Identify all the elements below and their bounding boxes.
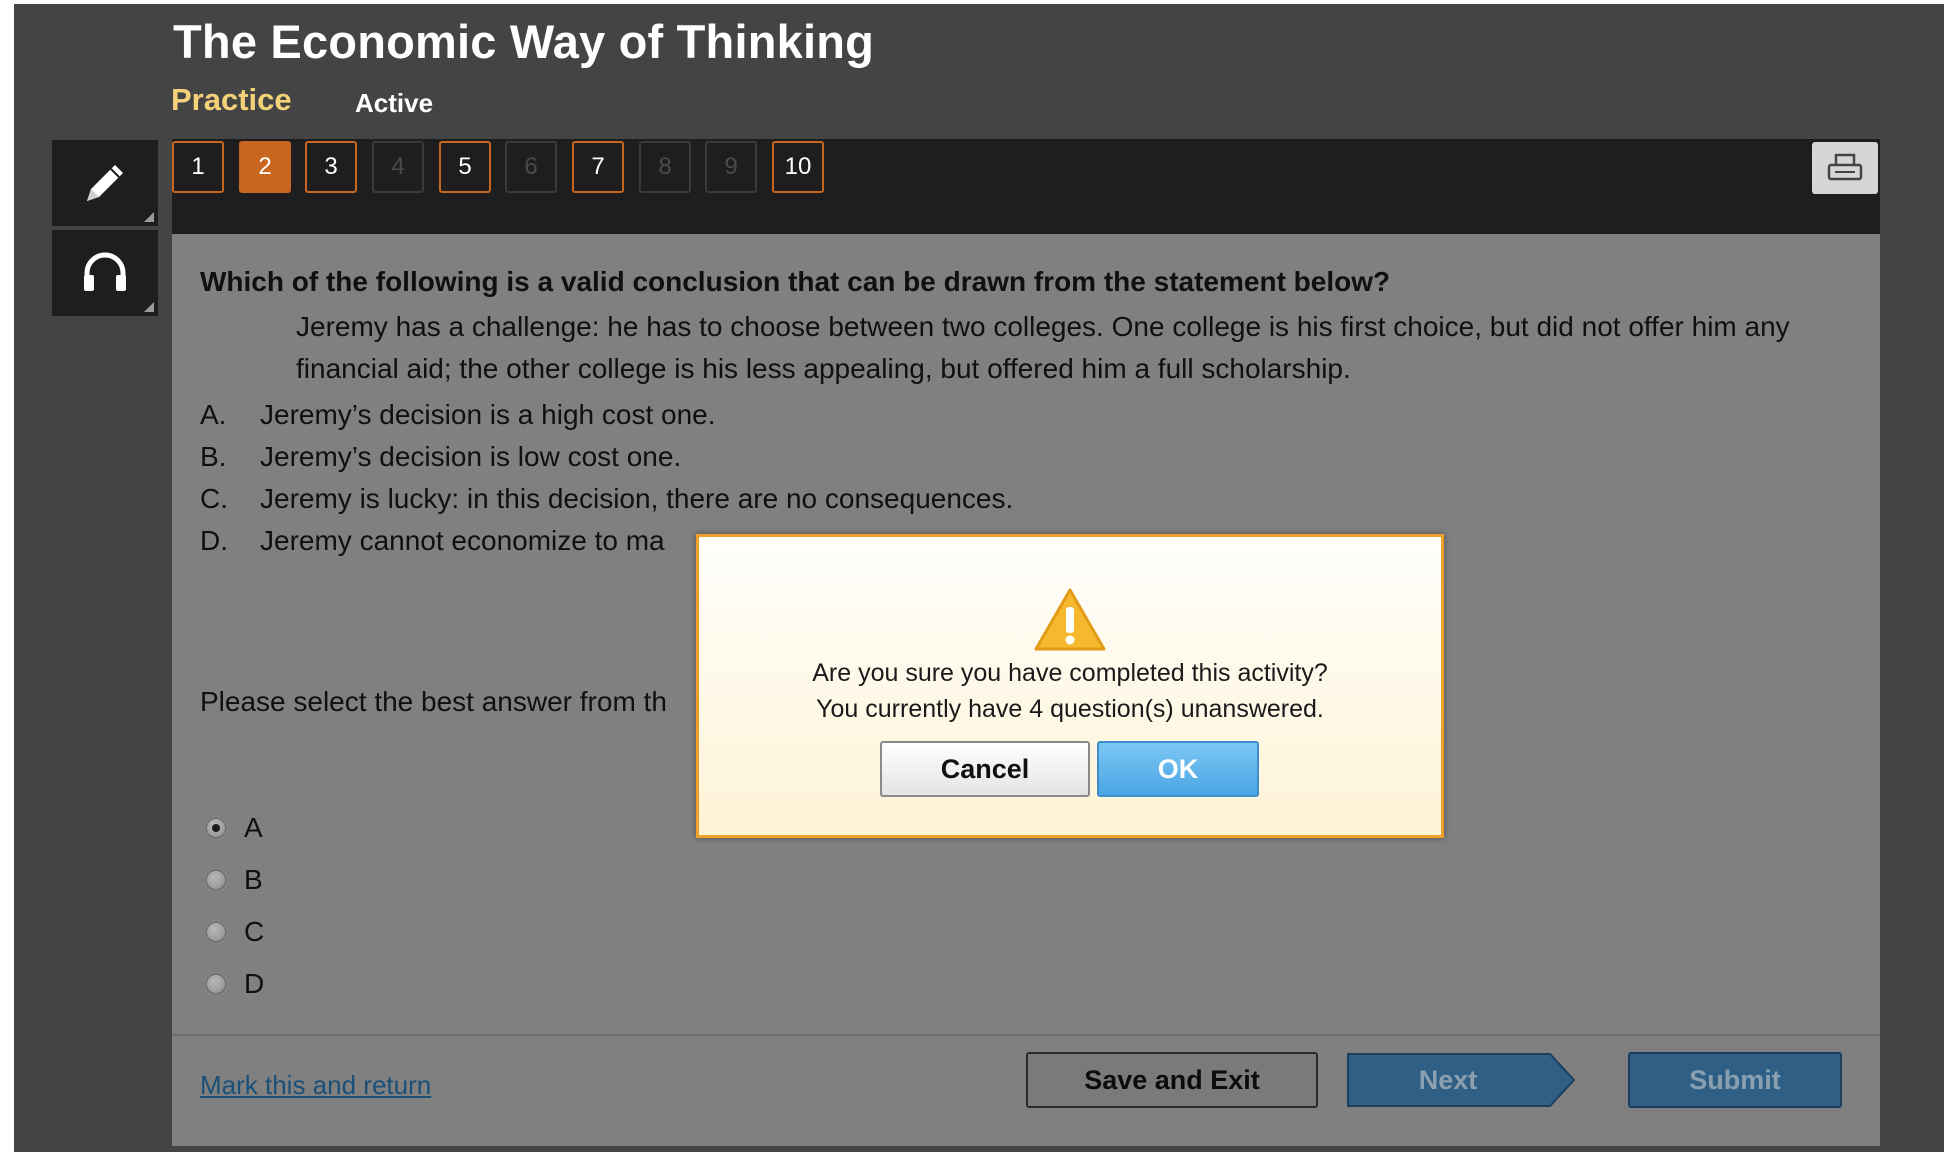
mode-label: Practice xyxy=(171,82,292,117)
tool-corner-indicator xyxy=(144,212,154,222)
answer-label: C xyxy=(244,916,265,947)
question-nav-6[interactable]: 6 xyxy=(505,141,557,193)
warning-icon xyxy=(1034,588,1106,651)
headphones-icon xyxy=(84,252,126,291)
choice-item: B. Jeremy’s decision is low cost one. xyxy=(200,436,1013,478)
choice-text: Jeremy’s decision is low cost one. xyxy=(260,441,682,472)
next-button[interactable]: Next xyxy=(1346,1052,1576,1108)
answer-label: D xyxy=(244,968,265,999)
answer-options: A B C D xyxy=(206,802,264,1010)
question-nav-7[interactable]: 7 xyxy=(572,141,624,193)
radio-button[interactable] xyxy=(206,818,226,838)
answer-option-c[interactable]: C xyxy=(206,906,264,958)
choice-text: Jeremy cannot economize to ma xyxy=(260,525,665,556)
answer-label: A xyxy=(244,812,263,843)
audio-tool-button[interactable] xyxy=(52,230,158,316)
choice-item: A. Jeremy’s decision is a high cost one. xyxy=(200,394,1013,436)
confirm-dialog: Are you sure you have completed this act… xyxy=(696,534,1444,838)
dialog-message-line1: Are you sure you have completed this act… xyxy=(812,659,1328,687)
radio-button[interactable] xyxy=(206,922,226,942)
choice-letter: C. xyxy=(200,483,228,514)
choice-text: Jeremy’s decision is a high cost one. xyxy=(260,399,716,430)
choice-letter: D. xyxy=(200,525,228,556)
print-button[interactable] xyxy=(1812,142,1878,194)
question-nav-1[interactable]: 1 xyxy=(172,141,224,193)
next-button-label: Next xyxy=(1418,1064,1478,1095)
answer-option-d[interactable]: D xyxy=(206,958,264,1010)
answer-option-a[interactable]: A xyxy=(206,802,264,854)
save-and-exit-button[interactable]: Save and Exit xyxy=(1026,1052,1318,1108)
question-prompt: Which of the following is a valid conclu… xyxy=(200,266,1391,297)
pencil-icon xyxy=(87,165,123,201)
answer-label: B xyxy=(244,864,263,895)
dialog-message-line2: You currently have 4 question(s) unanswe… xyxy=(816,695,1324,723)
radio-button[interactable] xyxy=(206,870,226,890)
cancel-button[interactable]: Cancel xyxy=(880,741,1090,797)
radio-button[interactable] xyxy=(206,974,226,994)
question-navigator: 1 2 3 4 5 6 7 8 9 10 xyxy=(172,139,1880,234)
pencil-tool-button[interactable] xyxy=(52,140,158,226)
question-nav-2[interactable]: 2 xyxy=(239,141,291,193)
answer-instruction: Please select the best answer from th xyxy=(200,686,667,717)
ok-button[interactable]: OK xyxy=(1097,741,1259,797)
question-nav-9[interactable]: 9 xyxy=(705,141,757,193)
mark-and-return-link[interactable]: Mark this and return xyxy=(200,1070,431,1101)
question-passage: Jeremy has a challenge: he has to choose… xyxy=(296,311,1790,384)
question-nav-3[interactable]: 3 xyxy=(305,141,357,193)
choice-text: Jeremy is lucky: in this decision, there… xyxy=(260,483,1014,514)
question-nav-8[interactable]: 8 xyxy=(639,141,691,193)
tool-panel xyxy=(52,140,158,320)
page-title: The Economic Way of Thinking xyxy=(173,15,875,68)
tool-corner-indicator xyxy=(144,302,154,312)
footer-divider xyxy=(172,1034,1880,1036)
question-nav-5[interactable]: 5 xyxy=(439,141,491,193)
app-window: The Economic Way of Thinking Practice Ac… xyxy=(14,4,1944,1152)
choice-letter: A. xyxy=(200,399,227,430)
printer-icon xyxy=(1827,153,1863,181)
answer-option-b[interactable]: B xyxy=(206,854,264,906)
question-nav-4[interactable]: 4 xyxy=(372,141,424,193)
question-nav-10[interactable]: 10 xyxy=(772,141,824,193)
choice-item: C. Jeremy is lucky: in this decision, the… xyxy=(200,478,1013,520)
status-label: Active xyxy=(355,88,434,118)
choice-letter: B. xyxy=(200,441,227,472)
submit-button[interactable]: Submit xyxy=(1628,1052,1842,1108)
